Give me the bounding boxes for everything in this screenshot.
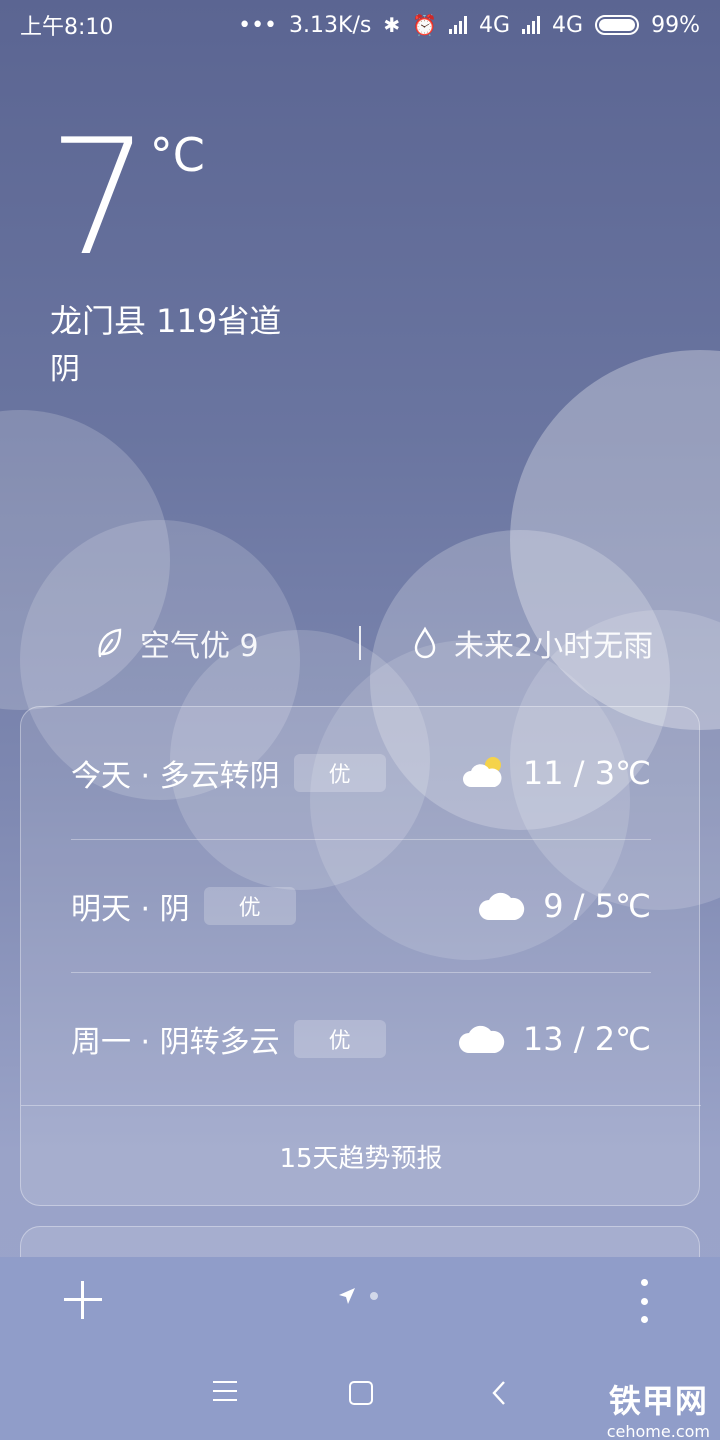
- temperature-unit: °C: [149, 128, 205, 182]
- air-quality-text: 空气优 9: [140, 629, 259, 664]
- cloud-icon: [458, 1025, 505, 1053]
- forecast-row-tomorrow[interactable]: 明天 · 阴 优 9 / 5℃: [71, 866, 651, 946]
- watermark-logo: 铁甲网: [608, 1382, 708, 1420]
- info-divider: [359, 626, 361, 660]
- bottom-toolbar: [0, 1257, 720, 1347]
- forecast-day: 周一 · 阴转多云: [71, 1025, 280, 1060]
- aqi-badge: 优: [293, 754, 386, 792]
- forecast-row-today[interactable]: 今天 · 多云转阴 优 11 / 3℃: [71, 733, 651, 813]
- temperature-value: 7: [48, 104, 150, 291]
- status-time: 上午8:10: [20, 15, 114, 40]
- forecast-row-monday[interactable]: 周一 · 阴转多云 优 13 / 2℃: [71, 999, 651, 1079]
- battery-level: 99%: [651, 12, 700, 38]
- battery-icon: [595, 15, 640, 35]
- weather-condition: 阴: [50, 352, 80, 387]
- watermark: 铁甲网 cehome.com: [607, 1376, 710, 1440]
- status-bar: 上午8:10 ••• 3.13K/s ✱ ⏰ 4G 4G 99%: [0, 0, 720, 50]
- back-nav-button[interactable]: [486, 1379, 514, 1407]
- add-city-button[interactable]: [62, 1279, 104, 1321]
- network-speed: 3.13K/s: [289, 12, 372, 38]
- status-icons: ••• 3.13K/s ✱ ⏰ 4G 4G 99%: [238, 13, 700, 38]
- 15-day-trend-button[interactable]: 15天趋势预报: [21, 1106, 701, 1206]
- rain-indicator[interactable]: 未来2小时无雨: [412, 621, 653, 665]
- watermark-url: cehome.com: [606, 1422, 710, 1440]
- forecast-day: 明天 · 阴: [71, 892, 190, 927]
- partly-cloudy-icon: [462, 757, 502, 787]
- row-divider: [71, 839, 651, 840]
- more-dots-icon: •••: [238, 12, 278, 38]
- bluetooth-icon: ✱: [383, 13, 401, 37]
- home-nav-button[interactable]: [349, 1381, 373, 1405]
- air-quality-indicator[interactable]: 空气优 9: [94, 621, 259, 665]
- location-name[interactable]: 龙门县 119省道: [50, 296, 281, 342]
- signal-icon: [449, 16, 467, 34]
- raindrop-icon: [414, 626, 436, 659]
- aqi-badge: 优: [203, 887, 296, 925]
- forecast-temp: 9 / 5℃: [543, 887, 651, 925]
- menu-nav-button[interactable]: [213, 1381, 237, 1401]
- aqi-badge: 优: [293, 1020, 386, 1058]
- leaf-icon: [98, 628, 122, 658]
- alarm-icon: ⏰: [412, 13, 437, 37]
- page-dot: [370, 1292, 378, 1300]
- cloud-icon: [479, 892, 525, 920]
- page-indicator: [338, 1287, 378, 1305]
- row-divider: [71, 972, 651, 973]
- forecast-temp: 13 / 2℃: [522, 1020, 651, 1058]
- more-options-button[interactable]: [636, 1279, 652, 1323]
- info-row: 空气优 9 未来2小时无雨: [0, 620, 720, 666]
- location-arrow-icon: [339, 1288, 355, 1304]
- forecast-day: 今天 · 多云转阴: [71, 759, 280, 794]
- network-type-2: 4G: [552, 12, 584, 38]
- forecast-temp: 11 / 3℃: [522, 754, 651, 792]
- rain-text: 未来2小时无雨: [454, 629, 654, 664]
- signal-hd-icon: [522, 16, 541, 34]
- forecast-card: 今天 · 多云转阴 优 11 / 3℃ 明天 · 阴 优 9 / 5℃ 周一 ·…: [20, 706, 701, 1206]
- current-temperature: 7 °C: [48, 118, 205, 278]
- network-type-1: 4G: [479, 12, 511, 38]
